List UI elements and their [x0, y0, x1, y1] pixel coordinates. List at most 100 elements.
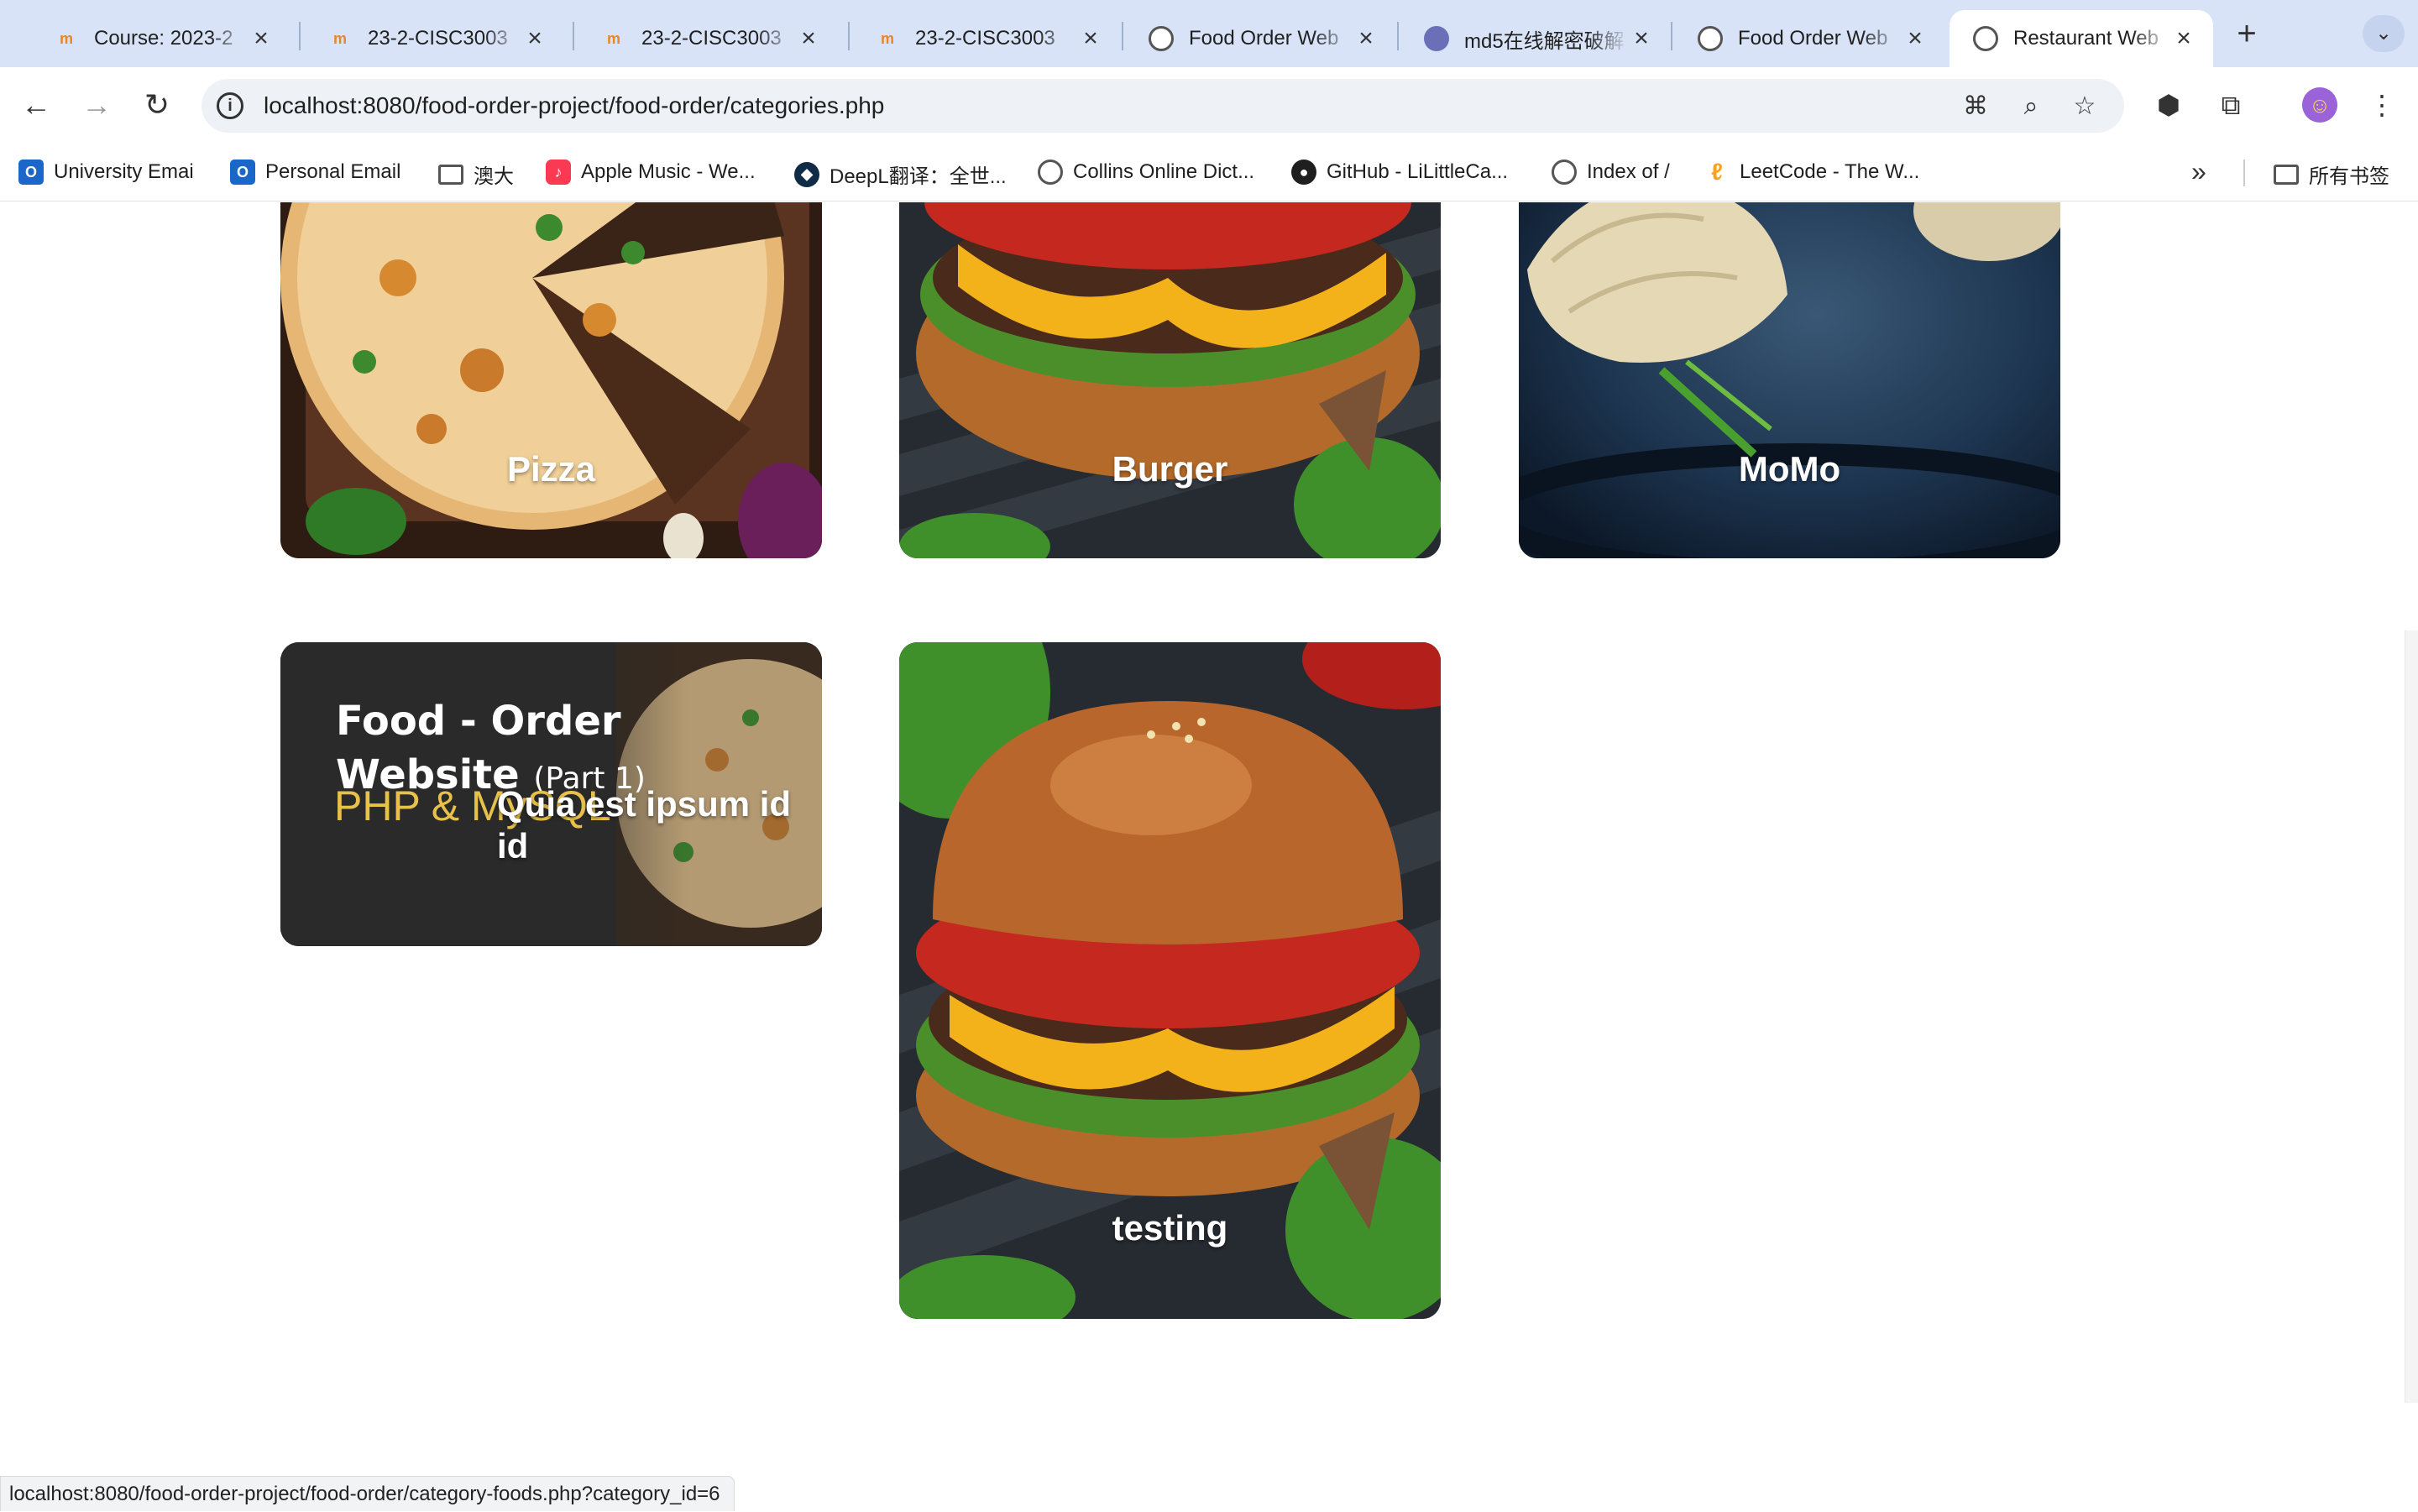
deepl-icon: ◆: [794, 162, 819, 187]
tab-title: 23-2-CISC3003: [641, 27, 796, 50]
tab-title: Food Order Web: [1738, 27, 1902, 50]
bookmark-item[interactable]: O Personal Email: [230, 160, 400, 185]
tab-title: md5在线解密破解: [1464, 24, 1629, 54]
moodle-icon: m: [54, 26, 79, 51]
tab-title: Course: 2023-2: [94, 27, 249, 50]
tab-title: Food Order Web: [1189, 27, 1353, 50]
close-tab-icon[interactable]: ×: [1078, 24, 1103, 53]
github-icon: ●: [1291, 160, 1316, 185]
category-card-tutorial[interactable]: Food - Order Website (Part 1) PHP & MySQ…: [280, 642, 822, 946]
bookmark-label: Apple Music - We...: [581, 160, 756, 184]
apple-music-icon: ♪: [546, 160, 571, 185]
bookmark-item[interactable]: ℓ LeetCode - The W...: [1704, 160, 1919, 185]
translate-icon[interactable]: ⌘: [1960, 91, 1991, 123]
leetcode-icon: ℓ: [1704, 160, 1730, 185]
address-bar[interactable]: i localhost:8080/food-order-project/food…: [202, 79, 2124, 133]
category-card-burger[interactable]: Burger: [899, 202, 1441, 558]
browser-tab[interactable]: Food Order Web ×: [1674, 10, 1944, 67]
category-title[interactable]: MoMo: [1519, 449, 2060, 489]
browser-tab[interactable]: m 23-2-CISC3003 ×: [578, 10, 838, 67]
folder-icon: [438, 165, 463, 185]
bookmark-item[interactable]: O University Emai: [18, 160, 194, 185]
bookmark-item[interactable]: ♪ Apple Music - We...: [546, 160, 756, 185]
forward-button[interactable]: →: [77, 86, 116, 124]
bookmark-label: Collins Online Dict...: [1073, 160, 1254, 184]
momo-photo: [1519, 202, 2060, 558]
bookmark-label: University Emai: [54, 160, 194, 184]
category-title[interactable]: Quia est ipsum id id: [497, 783, 816, 867]
folder-icon: [2274, 165, 2299, 185]
tab-search-button[interactable]: ⌄: [2363, 15, 2405, 52]
browser-tab-active[interactable]: Restaurant Web ×: [1950, 10, 2213, 67]
globe-icon: [1149, 26, 1174, 51]
bookmark-item[interactable]: Collins Online Dict...: [1038, 160, 1254, 185]
browser-tab[interactable]: md5在线解密破解 ×: [1400, 10, 1671, 67]
bookmark-item[interactable]: Index of /: [1552, 160, 1670, 185]
page-viewport: Pizza Burger: [0, 202, 2418, 1511]
scrollbar-track[interactable]: [2405, 630, 2418, 1403]
category-card-testing[interactable]: testing: [899, 642, 1441, 1319]
reload-button[interactable]: ↻: [138, 86, 176, 124]
profile-avatar[interactable]: ☺: [2302, 87, 2337, 123]
browser-tab[interactable]: m 23-2-CISC3003 ×: [851, 10, 1120, 67]
globe-icon: [1698, 26, 1723, 51]
close-tab-icon[interactable]: ×: [522, 24, 547, 53]
tab-title: 23-2-CISC3003: [915, 27, 1078, 50]
close-tab-icon[interactable]: ×: [1629, 24, 1654, 53]
tab-title: 23-2-CISC3003: [368, 27, 522, 50]
site-info-icon[interactable]: i: [217, 92, 243, 119]
browser-toolbar: ← → ↻ i localhost:8080/food-order-projec…: [0, 67, 2418, 143]
browser-tab[interactable]: m 23-2-CISC3003 ×: [304, 10, 564, 67]
outlook-icon: O: [18, 160, 44, 185]
bookmark-label: 所有书签: [2309, 160, 2389, 189]
moodle-icon: m: [875, 26, 900, 51]
bookmark-label: DeepL翻译：全世...: [830, 160, 1007, 189]
close-tab-icon[interactable]: ×: [2171, 24, 2196, 53]
bookmark-label: Index of /: [1587, 160, 1670, 184]
tab-divider: [848, 22, 850, 50]
tab-title: Restaurant Web: [2013, 27, 2171, 50]
all-bookmarks-folder[interactable]: 所有书签: [2274, 160, 2389, 189]
new-tab-button[interactable]: +: [2228, 15, 2265, 52]
category-title[interactable]: Pizza: [280, 449, 822, 489]
tab-divider: [299, 22, 301, 50]
category-title[interactable]: testing: [899, 1208, 1441, 1248]
bookmark-label: 澳大: [474, 160, 514, 189]
burger-photo: [899, 202, 1441, 558]
thumbnail-line1: Food - Order: [336, 694, 646, 748]
bookmark-label: GitHub - LiLittleCa...: [1327, 160, 1508, 184]
globe-icon: [1552, 160, 1577, 185]
bookmarks-overflow-button[interactable]: »: [2191, 156, 2206, 187]
bookmark-item[interactable]: ◆ DeepL翻译：全世...: [794, 160, 1007, 189]
md5-site-icon: [1424, 26, 1449, 51]
category-card-momo[interactable]: MoMo: [1519, 202, 2060, 558]
tab-strip: m Course: 2023-2 × m 23-2-CISC3003 × m 2…: [0, 0, 2418, 67]
menu-kebab-icon[interactable]: ⋮: [2363, 86, 2401, 124]
tab-divider: [1122, 22, 1123, 50]
close-tab-icon[interactable]: ×: [1353, 24, 1379, 53]
extension-icon[interactable]: ⬢: [2149, 86, 2188, 124]
browser-tab[interactable]: Food Order Web ×: [1125, 10, 1395, 67]
bookmark-star-icon[interactable]: ☆: [2069, 91, 2101, 123]
outlook-icon: O: [230, 160, 255, 185]
moodle-icon: m: [327, 26, 353, 51]
globe-icon: [1038, 160, 1063, 185]
bookmark-label: LeetCode - The W...: [1740, 160, 1919, 184]
bookmark-item[interactable]: ● GitHub - LiLittleCa...: [1291, 160, 1508, 185]
address-url[interactable]: localhost:8080/food-order-project/food-o…: [264, 92, 884, 119]
browser-tab[interactable]: m Course: 2023-2 ×: [30, 10, 290, 67]
category-title[interactable]: Burger: [899, 449, 1441, 489]
tab-divider: [1671, 22, 1672, 50]
extensions-puzzle-icon[interactable]: ⧉: [2211, 86, 2250, 124]
tab-divider: [573, 22, 574, 50]
bookmark-label: Personal Email: [265, 160, 400, 184]
back-button[interactable]: ←: [17, 86, 55, 124]
close-tab-icon[interactable]: ×: [796, 24, 821, 53]
status-bar-link-preview: localhost:8080/food-order-project/food-o…: [0, 1476, 735, 1511]
close-tab-icon[interactable]: ×: [1902, 24, 1928, 53]
bookmarks-divider: [2243, 160, 2245, 186]
zoom-icon[interactable]: ⌕: [2015, 91, 2047, 123]
bookmark-folder[interactable]: 澳大: [438, 160, 514, 189]
category-card-pizza[interactable]: Pizza: [280, 202, 822, 558]
close-tab-icon[interactable]: ×: [249, 24, 274, 53]
